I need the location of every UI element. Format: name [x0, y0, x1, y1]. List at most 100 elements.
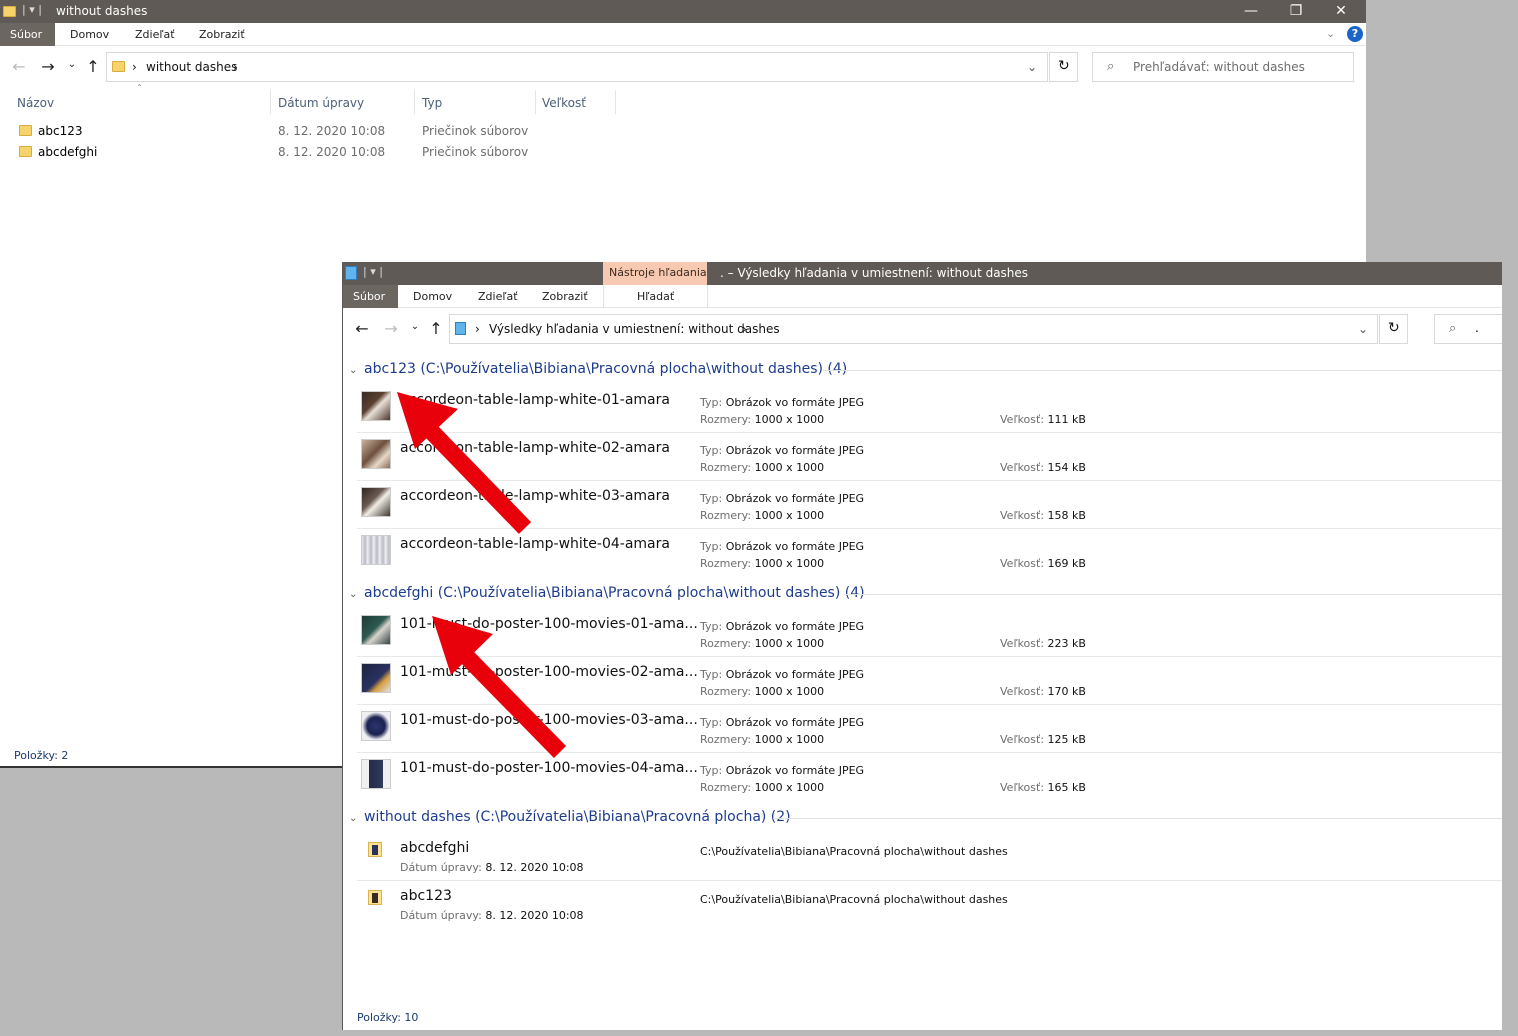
tab-share[interactable]: Zdieľať [125, 23, 185, 46]
search-result-item[interactable]: accordeon-table-lamp-white-03-amara Typ:… [343, 481, 1502, 529]
refresh-button[interactable]: ↻ [1379, 314, 1408, 344]
tab-home[interactable]: Domov [60, 23, 119, 46]
tab-view[interactable]: Zobraziť [189, 23, 255, 46]
search-result-item[interactable]: 101-must-do-poster-100-movies-01-ama... … [343, 609, 1502, 657]
column-header-name[interactable]: Názov [17, 96, 54, 110]
group-title: abc123 (C:\Používatelia\Bibiana\Pracovná… [364, 361, 848, 377]
group-header-without-dashes[interactable]: ⌄ without dashes (C:\Používatelia\Bibiana… [349, 809, 791, 825]
tab-file[interactable]: Súbor [343, 285, 398, 308]
type-label: Typ: [700, 620, 723, 633]
collapse-chevron-icon: ⌄ [349, 813, 358, 824]
size-line: Veľkosť: 170 kB [1000, 685, 1086, 698]
search-input-value: . [1475, 321, 1479, 335]
quick-access-toolbar[interactable]: | ▾ | [363, 265, 383, 278]
breadcrumb-chevron-icon[interactable]: › [233, 60, 238, 74]
address-bar[interactable]: › without dashes › ⌄ [106, 52, 1048, 82]
image-thumbnail [361, 615, 391, 645]
tab-share[interactable]: Zdieľať [468, 285, 528, 308]
recent-locations-chevron-icon[interactable]: ⌄ [405, 321, 425, 332]
type-label: Typ: [700, 444, 723, 457]
search-box[interactable]: ⌕ . [1434, 314, 1502, 344]
file-size: 125 kB [1047, 733, 1086, 746]
tab-search[interactable]: Hľadať [627, 285, 684, 308]
file-size: 165 kB [1047, 781, 1086, 794]
image-thumbnail [361, 663, 391, 693]
close-button[interactable]: ✕ [1318, 0, 1364, 23]
minimize-button[interactable]: — [1228, 0, 1274, 23]
file-dims: 1000 x 1000 [754, 637, 825, 650]
forward-arrow-icon[interactable]: → [38, 57, 58, 76]
breadcrumb-chevron-icon[interactable]: › [742, 322, 747, 336]
group-title: without dashes (C:\Používatelia\Bibiana\… [364, 809, 791, 825]
modified-line: Dátum úpravy: 8. 12. 2020 10:08 [400, 861, 584, 874]
address-dropdown-icon[interactable]: ⌄ [1027, 60, 1037, 74]
breadcrumb-search-results[interactable]: Výsledky hľadania v umiestnení: without … [489, 322, 780, 336]
column-divider[interactable] [270, 90, 271, 114]
file-name: 101-must-do-poster-100-movies-02-ama... [400, 664, 698, 680]
column-header-type[interactable]: Typ [422, 96, 442, 110]
size-label: Veľkosť: [1000, 557, 1045, 570]
folder-modified: 8. 12. 2020 10:08 [485, 861, 584, 874]
folder-icon [368, 842, 382, 857]
file-type-line: Typ: Obrázok vo formáte JPEG [700, 716, 864, 729]
tab-view[interactable]: Zobraziť [532, 285, 598, 308]
dims-label: Rozmery: [700, 413, 752, 426]
search-result-item[interactable]: 101-must-do-poster-100-movies-02-ama... … [343, 657, 1502, 705]
context-tab-label: Nástroje hľadania [609, 266, 707, 279]
breadcrumb-without-dashes[interactable]: without dashes [146, 60, 237, 74]
address-bar[interactable]: › Výsledky hľadania v umiestnení: withou… [449, 314, 1378, 344]
column-divider[interactable] [535, 90, 536, 114]
folder-result-item[interactable]: abc123 Dátum úpravy: 8. 12. 2020 10:08 C… [343, 881, 1502, 929]
file-row[interactable]: abcdefghi 8. 12. 2020 10:08 Priečinok sú… [0, 141, 620, 162]
search-result-item[interactable]: 101-must-do-poster-100-movies-03-ama... … [343, 705, 1502, 753]
file-row[interactable]: abc123 8. 12. 2020 10:08 Priečinok súbor… [0, 120, 620, 141]
up-arrow-icon[interactable]: ↑ [83, 57, 103, 76]
group-header-abcdefghi[interactable]: ⌄ abcdefghi (C:\Používatelia\Bibiana\Prac… [349, 585, 865, 601]
restore-button[interactable]: ❐ [1273, 0, 1319, 23]
address-dropdown-icon[interactable]: ⌄ [1358, 322, 1368, 336]
help-icon[interactable]: ? [1347, 26, 1363, 42]
search-box[interactable]: ⌕ Prehľadávať: without dashes [1092, 52, 1354, 82]
type-label: Typ: [700, 540, 723, 553]
up-arrow-icon[interactable]: ↑ [426, 319, 446, 338]
file-name: abcdefghi [38, 145, 98, 159]
image-thumbnail [361, 711, 391, 741]
dims-label: Rozmery: [700, 733, 752, 746]
group-header-abc123[interactable]: ⌄ abc123 (C:\Používatelia\Bibiana\Pracovn… [349, 361, 847, 377]
expand-ribbon-icon[interactable]: ⌄ [1326, 27, 1335, 40]
search-result-item[interactable]: accordeon-table-lamp-white-04-amara Typ:… [343, 529, 1502, 577]
size-label: Veľkosť: [1000, 637, 1045, 650]
column-divider[interactable] [414, 90, 415, 114]
file-date: 8. 12. 2020 10:08 [278, 145, 386, 159]
column-header-size[interactable]: Veľkosť [542, 96, 586, 110]
file-name: abc123 [38, 124, 83, 138]
column-divider[interactable] [615, 90, 616, 114]
refresh-icon: ↻ [1058, 58, 1070, 74]
group-divider [823, 370, 1502, 371]
folder-result-item[interactable]: abcdefghi Dátum úpravy: 8. 12. 2020 10:0… [343, 833, 1502, 881]
image-thumbnail [361, 391, 391, 421]
dims-label: Rozmery: [700, 685, 752, 698]
column-header-date[interactable]: Dátum úpravy [278, 96, 364, 110]
search-result-item[interactable]: accordeon-table-lamp-white-02-amara Typ:… [343, 433, 1502, 481]
forward-arrow-icon[interactable]: → [381, 319, 401, 338]
back-arrow-icon[interactable]: ← [9, 57, 29, 76]
refresh-button[interactable]: ↻ [1049, 52, 1078, 82]
group-divider [843, 594, 1502, 595]
file-dims: 1000 x 1000 [754, 685, 825, 698]
tab-home[interactable]: Domov [403, 285, 462, 308]
file-dims: 1000 x 1000 [754, 733, 825, 746]
collapse-chevron-icon: ⌄ [349, 589, 358, 600]
recent-locations-chevron-icon[interactable]: ⌄ [62, 59, 82, 70]
quick-access-toolbar[interactable]: | ▾ | [22, 3, 42, 16]
search-result-item[interactable]: accordeon-table-lamp-white-01-amara Typ:… [343, 385, 1502, 433]
file-type: Priečinok súborov [422, 145, 529, 159]
folder-name: abc123 [400, 888, 452, 904]
search-result-item[interactable]: 101-must-do-poster-100-movies-04-ama... … [343, 753, 1502, 801]
back-arrow-icon[interactable]: ← [352, 319, 372, 338]
tab-file[interactable]: Súbor [0, 23, 55, 46]
type-label: Typ: [700, 764, 723, 777]
file-dims: 1000 x 1000 [754, 509, 825, 522]
type-label: Typ: [700, 492, 723, 505]
tab-divider [707, 285, 708, 308]
